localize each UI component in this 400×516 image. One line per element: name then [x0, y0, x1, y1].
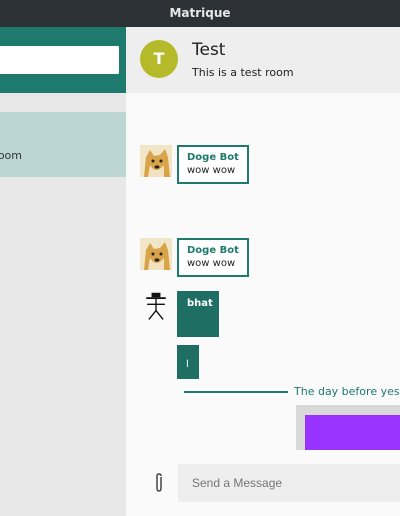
- message-input[interactable]: [178, 464, 400, 502]
- message-bubble[interactable]: Doge Bot wow wow: [177, 145, 249, 184]
- message-bubble[interactable]: bhat: [177, 291, 219, 337]
- date-divider-label: The day before yeste: [294, 385, 400, 398]
- app-window: Matrique st room T Test This is a test r…: [0, 0, 400, 516]
- message-sender[interactable]: bhat: [187, 298, 213, 309]
- sidebar-header: [0, 27, 126, 93]
- doge-avatar-icon[interactable]: [140, 145, 172, 177]
- hat-figure-avatar-icon[interactable]: [140, 291, 172, 323]
- message-body: l: [186, 359, 189, 370]
- message-bubble[interactable]: Doge Bot wow wow: [177, 238, 249, 277]
- room-name: Test: [192, 40, 226, 60]
- date-divider-line: [184, 391, 288, 393]
- image-content: [305, 415, 400, 450]
- room-header: T Test This is a test room: [126, 27, 400, 93]
- message-sender[interactable]: Doge Bot: [187, 245, 239, 256]
- paperclip-icon[interactable]: [152, 472, 166, 494]
- search-input[interactable]: [0, 46, 119, 74]
- room-topic: This is a test room: [192, 66, 294, 79]
- room-list-item-selected[interactable]: st room: [0, 112, 126, 177]
- message-composer: [126, 450, 400, 516]
- room-list-item-snippet: st room: [0, 149, 22, 162]
- message-timeline[interactable]: Doge Bot wow wow Doge Bot wow wow bhat l…: [126, 93, 400, 450]
- image-message[interactable]: [296, 405, 400, 450]
- message-body: wow wow: [187, 165, 236, 176]
- window-titlebar: Matrique: [0, 0, 400, 27]
- window-title: Matrique: [169, 6, 231, 20]
- message-body: wow wow: [187, 258, 236, 269]
- message-bubble[interactable]: l: [177, 345, 199, 379]
- room-avatar[interactable]: T: [140, 40, 178, 78]
- message-sender[interactable]: Doge Bot: [187, 152, 239, 163]
- sidebar: st room: [0, 27, 126, 516]
- doge-avatar-icon[interactable]: [140, 238, 172, 270]
